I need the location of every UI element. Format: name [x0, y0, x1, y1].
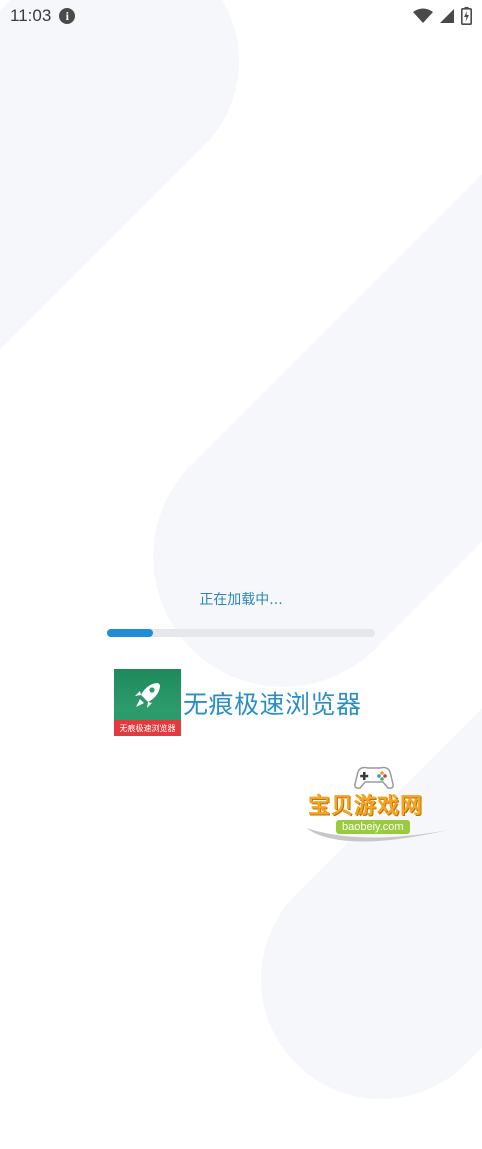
app-name: 无痕极速浏览器	[183, 689, 362, 719]
app-brand: 无痕极速浏览器 无痕极速浏览器	[114, 669, 362, 736]
app-logo: 无痕极速浏览器	[114, 669, 181, 736]
watermark-logo: 宝贝游戏网 baobeiy.com	[300, 760, 460, 850]
loading-progress-bar	[107, 629, 375, 637]
status-bar: 11:03 i	[0, 0, 482, 32]
watermark-title: 宝贝游戏网	[308, 794, 424, 819]
status-right	[413, 7, 472, 25]
background-stripe	[0, 0, 289, 429]
rocket-icon	[135, 683, 160, 708]
app-logo-caption: 无痕极速浏览器	[114, 720, 181, 736]
watermark-url: baobeiy.com	[336, 820, 410, 834]
signal-icon	[439, 8, 455, 24]
loading-text: 正在加载中...	[199, 592, 283, 608]
status-time: 11:03	[10, 6, 52, 25]
info-icon: i	[59, 8, 76, 24]
progress-fill	[107, 629, 153, 637]
wifi-icon	[413, 8, 433, 24]
battery-charging-icon	[461, 7, 472, 25]
status-left: 11:03 i	[10, 6, 76, 26]
